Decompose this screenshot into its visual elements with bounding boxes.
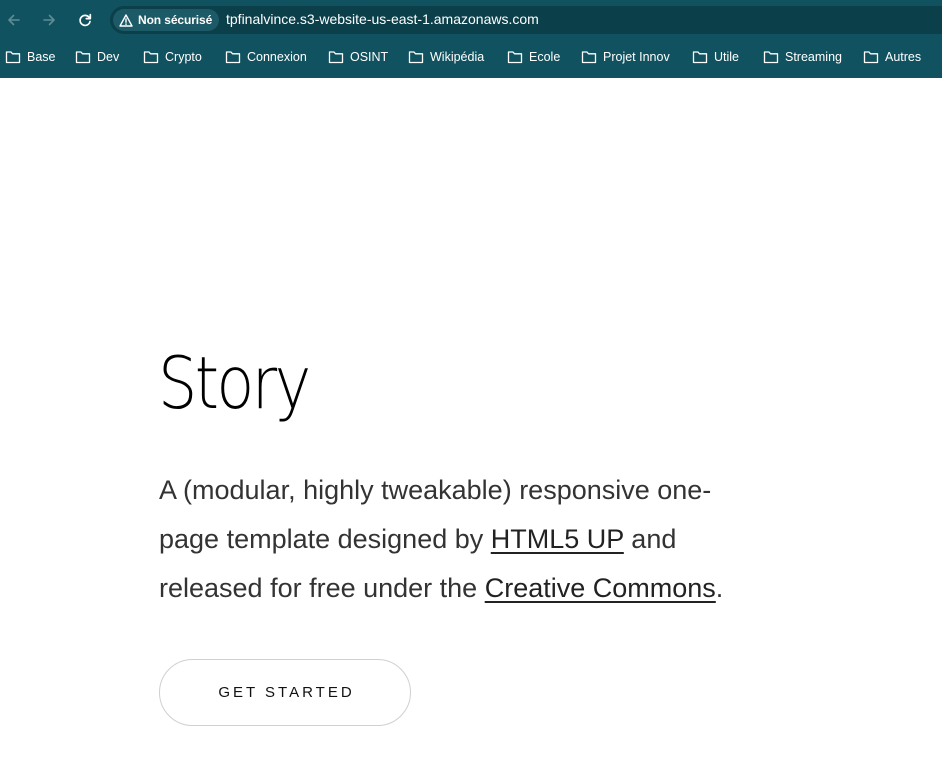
hero-line-2: page template designed by HTML5 UP and bbox=[159, 515, 799, 564]
back-button[interactable] bbox=[2, 8, 26, 32]
bookmark-label: Connexion bbox=[247, 50, 307, 64]
folder-icon bbox=[225, 51, 241, 64]
url-text[interactable]: tpfinalvince.s3-website-us-east-1.amazon… bbox=[226, 11, 539, 27]
bookmark-folder-utile[interactable]: Utile bbox=[692, 44, 739, 70]
hero-description: A (modular, highly tweakable) responsive… bbox=[159, 466, 799, 613]
bookmark-folder-dev[interactable]: Dev bbox=[75, 44, 119, 70]
page-content: Story A (modular, highly tweakable) resp… bbox=[0, 78, 942, 759]
browser-chrome: Non sécurisé tpfinalvince.s3-website-us-… bbox=[0, 0, 942, 78]
hero-line-2-prefix: page template designed by bbox=[159, 524, 491, 554]
hero-line-2-suffix: and bbox=[623, 524, 677, 554]
hero-title: Story bbox=[158, 341, 311, 425]
arrow-left-icon bbox=[8, 14, 20, 26]
bookmark-folder-streaming[interactable]: Streaming bbox=[763, 44, 842, 70]
bookmark-label: Ecole bbox=[529, 50, 561, 64]
bookmark-folder-connexion[interactable]: Connexion bbox=[225, 44, 307, 70]
reload-button[interactable] bbox=[73, 8, 97, 32]
folder-icon bbox=[408, 51, 424, 64]
bookmark-label: Projet Innov bbox=[603, 50, 670, 64]
bookmarks-bar: Base Dev Crypto Connexion OSINT Wikipédi… bbox=[0, 44, 942, 70]
bookmark-label: Utile bbox=[714, 50, 740, 64]
folder-icon bbox=[692, 51, 708, 64]
bookmark-label: OSINT bbox=[350, 50, 389, 64]
bookmark-folder-base[interactable]: Base bbox=[5, 44, 56, 70]
hero-line-3-suffix: . bbox=[715, 573, 724, 603]
bookmark-label: Wikipédia bbox=[430, 50, 485, 64]
bookmark-label: Autres bbox=[885, 50, 922, 64]
folder-icon bbox=[143, 51, 159, 64]
folder-icon bbox=[75, 51, 91, 64]
arrow-right-icon bbox=[43, 14, 55, 26]
bookmark-folder-autres[interactable]: Autres bbox=[863, 44, 921, 70]
html5up-link[interactable]: HTML5 UP bbox=[491, 524, 624, 554]
bookmark-folder-osint[interactable]: OSINT bbox=[328, 44, 388, 70]
creative-commons-link[interactable]: Creative Commons bbox=[485, 573, 716, 603]
folder-icon bbox=[863, 51, 879, 64]
bookmark-label: Crypto bbox=[165, 50, 202, 64]
hero-line-1: A (modular, highly tweakable) responsive… bbox=[159, 475, 712, 505]
address-bar[interactable]: Non sécurisé tpfinalvince.s3-website-us-… bbox=[110, 6, 942, 34]
warning-triangle-icon bbox=[119, 13, 133, 27]
bookmark-folder-wikipedia[interactable]: Wikipédia bbox=[408, 44, 484, 70]
folder-icon bbox=[5, 51, 21, 64]
security-chip[interactable]: Non sécurisé bbox=[113, 9, 220, 31]
folder-icon bbox=[763, 51, 779, 64]
security-label: Non sécurisé bbox=[138, 13, 213, 27]
forward-button[interactable] bbox=[37, 8, 61, 32]
get-started-label: Get Started bbox=[218, 684, 355, 701]
reload-icon bbox=[79, 13, 92, 27]
bookmark-folder-projet-innov[interactable]: Projet Innov bbox=[581, 44, 670, 70]
folder-icon bbox=[507, 51, 523, 64]
bookmark-folder-ecole[interactable]: Ecole bbox=[507, 44, 560, 70]
bookmark-label: Dev bbox=[97, 50, 120, 64]
get-started-button[interactable]: Get Started bbox=[159, 659, 411, 726]
folder-icon bbox=[581, 51, 597, 64]
bookmark-label: Streaming bbox=[785, 50, 842, 64]
browser-toolbar: Non sécurisé tpfinalvince.s3-website-us-… bbox=[0, 0, 942, 40]
hero-line-3: released for free under the Creative Com… bbox=[159, 564, 799, 613]
hero-line-3-prefix: released for free under the bbox=[159, 573, 485, 603]
folder-icon bbox=[328, 51, 344, 64]
bookmark-folder-crypto[interactable]: Crypto bbox=[143, 44, 202, 70]
bookmark-label: Base bbox=[27, 50, 56, 64]
